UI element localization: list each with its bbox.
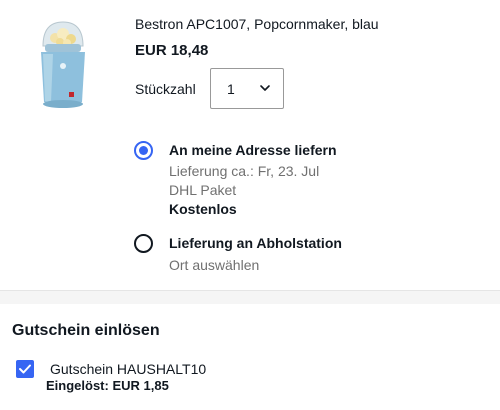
delivery-pickup-title[interactable]: Lieferung an Abholstation: [169, 235, 342, 251]
product-price: EUR 18,48: [135, 42, 209, 59]
delivery-pickup-radio[interactable]: [134, 234, 153, 253]
quantity-value: 1: [227, 80, 235, 97]
delivery-home-title[interactable]: An meine Adresse liefern: [169, 142, 337, 158]
delivery-pickup-sub: Ort auswählen: [169, 257, 260, 273]
coupon-redeemed-amount: Eingelöst: EUR 1,85: [46, 378, 169, 393]
coupon-label[interactable]: Gutschein HAUSHALT10: [50, 361, 206, 377]
delivery-home-carrier: DHL Paket: [169, 182, 237, 198]
delivery-home-radio[interactable]: [134, 141, 153, 160]
product-image[interactable]: [33, 16, 93, 111]
coupon-section-title: Gutschein einlösen: [12, 322, 160, 339]
checkmark-icon: [19, 364, 31, 374]
coupon-checkbox[interactable]: [16, 360, 34, 378]
delivery-home-cost: Kostenlos: [169, 201, 237, 217]
quantity-select[interactable]: 1: [210, 68, 284, 109]
popcorn-maker-icon: [41, 21, 85, 108]
quantity-label: Stückzahl: [135, 81, 196, 97]
chevron-down-icon: [260, 85, 270, 91]
product-title[interactable]: Bestron APC1007, Popcornmaker, blau: [135, 16, 379, 32]
delivery-home-eta: Lieferung ca.: Fr, 23. Jul: [169, 163, 320, 179]
section-divider: [0, 290, 500, 304]
